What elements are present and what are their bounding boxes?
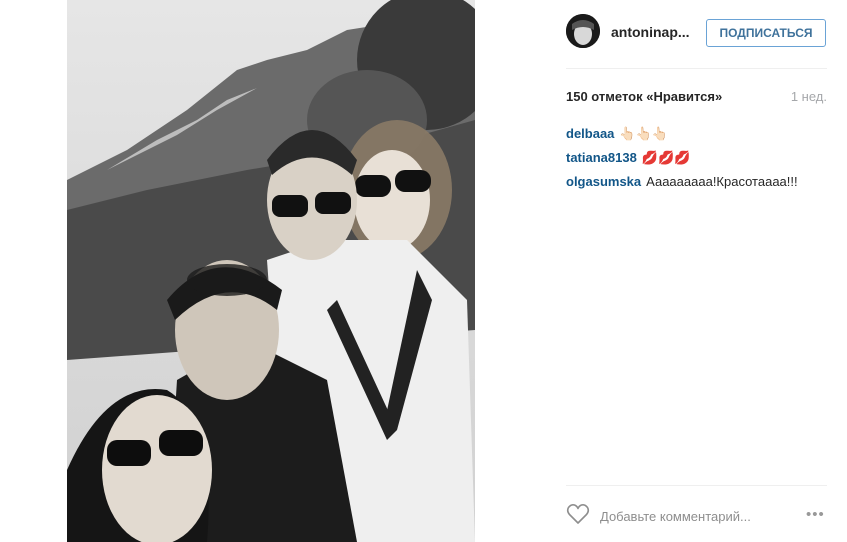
comment-username[interactable]: delbaaa — [566, 126, 614, 141]
heart-outline-icon[interactable] — [566, 503, 592, 527]
photo-image — [67, 0, 475, 542]
comment-input[interactable] — [600, 506, 800, 526]
header-divider — [566, 68, 827, 69]
post-sidebar: antoninap... ПОДПИСАТЬСЯ 150 отметок «Нр… — [475, 0, 847, 542]
comment-username[interactable]: olgasumska — [566, 174, 641, 189]
post-username[interactable]: antoninap... — [611, 24, 690, 40]
more-options-icon[interactable]: ••• — [806, 506, 825, 523]
post-footer: ••• — [475, 485, 847, 542]
likes-count[interactable]: 150 отметок «Нравится» — [566, 89, 722, 104]
post-photo[interactable] — [67, 0, 475, 542]
post-age[interactable]: 1 нед. — [791, 89, 827, 104]
comment: tatiana8138 💋💋💋 — [566, 146, 831, 170]
comment: delbaaa 👆🏻👆🏻👆🏻 — [566, 122, 831, 146]
comment-username[interactable]: tatiana8138 — [566, 150, 637, 165]
comment-text: 👆🏻👆🏻👆🏻 — [619, 126, 668, 141]
comment-text: Ааааааааа!Красотаааа!!! — [646, 174, 798, 189]
post-header: antoninap... ПОДПИСАТЬСЯ — [475, 0, 847, 68]
footer-divider — [566, 485, 827, 486]
comment: olgasumska Ааааааааа!Красотаааа!!! — [566, 170, 831, 194]
comment-text: 💋💋💋 — [641, 150, 691, 165]
avatar[interactable] — [566, 14, 600, 48]
follow-button[interactable]: ПОДПИСАТЬСЯ — [706, 19, 826, 47]
avatar-image — [566, 14, 600, 48]
comments-list: delbaaa 👆🏻👆🏻👆🏻 tatiana8138 💋💋💋 olgasumska А… — [566, 122, 831, 194]
